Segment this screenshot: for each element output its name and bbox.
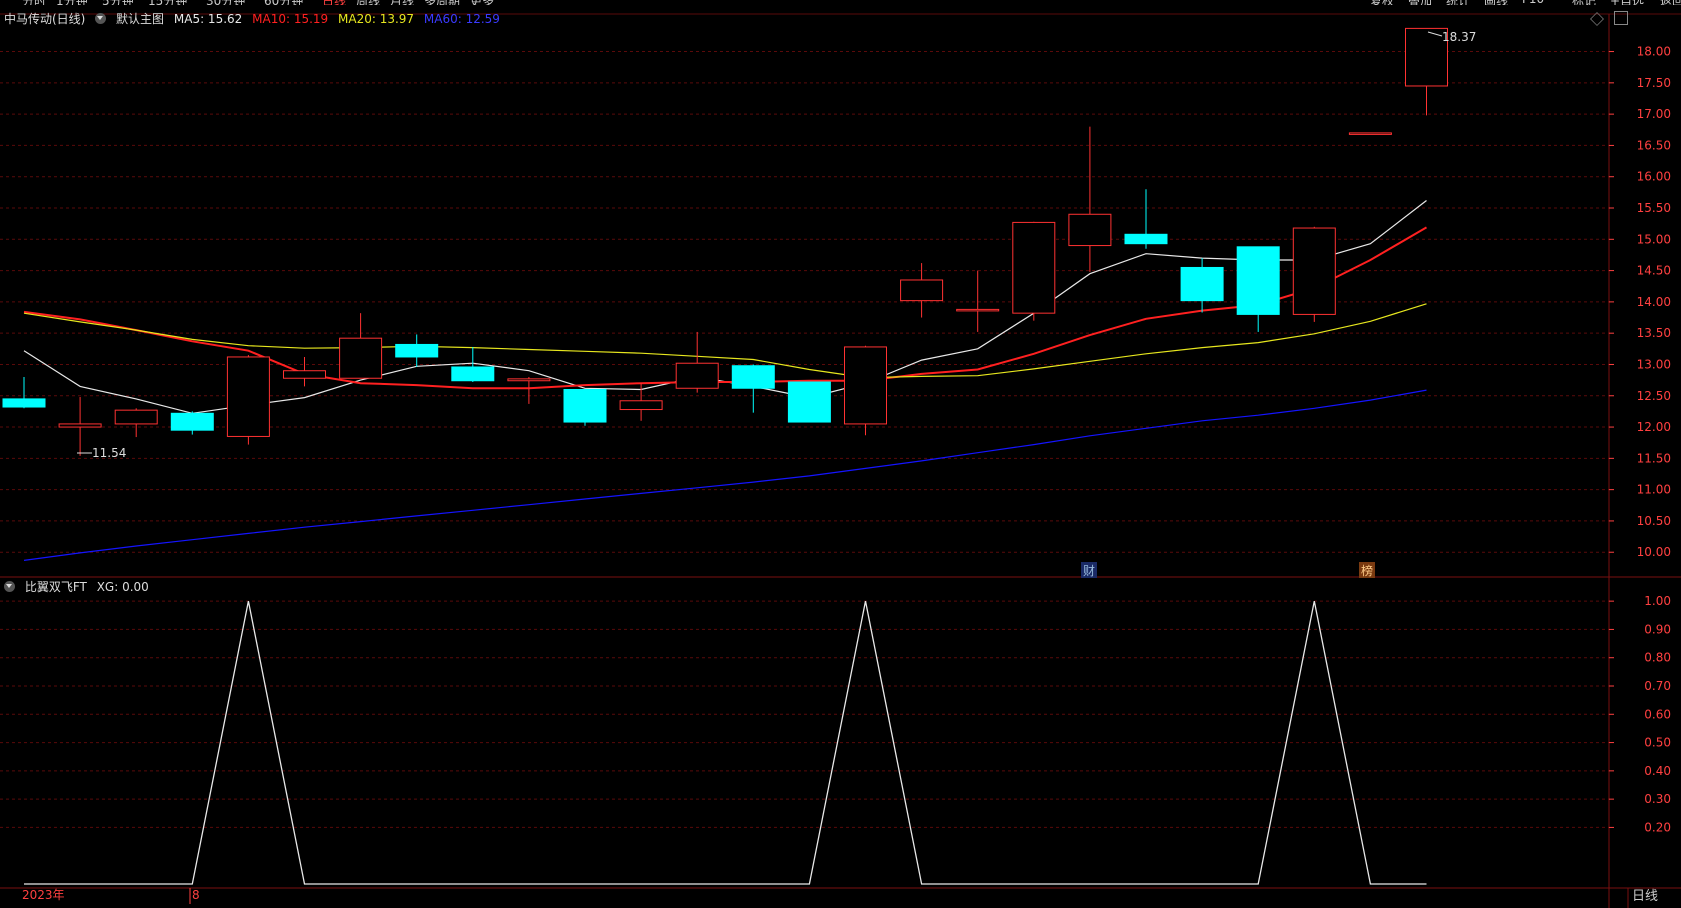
sub-tick-label: 0.80 [1644, 651, 1671, 665]
candle [507, 376, 551, 404]
candle-body [395, 343, 439, 358]
candle-body [844, 346, 887, 425]
year-label: 2023年 [22, 888, 65, 902]
candle [1124, 189, 1168, 249]
sub-indicator-name[interactable]: 比翼双飞FT [25, 580, 87, 594]
candle-body [507, 378, 551, 382]
price-tick-label: 17.00 [1637, 107, 1671, 121]
main-grid [0, 51, 1609, 553]
candle-body [226, 356, 270, 437]
candle [956, 270, 1000, 332]
sub-tick-label: 0.90 [1644, 622, 1671, 636]
candle [787, 381, 831, 423]
candle-body [451, 366, 495, 382]
price-tick-label: 11.00 [1637, 483, 1671, 497]
price-tick-label: 14.50 [1637, 264, 1671, 278]
candle [170, 411, 214, 435]
price-tick-label: 12.50 [1637, 389, 1671, 403]
candle [844, 345, 887, 436]
sub-tick-label: 0.60 [1644, 707, 1671, 721]
candle-body [787, 381, 831, 423]
layout-icon[interactable] [1614, 11, 1628, 25]
ma10-label: MA10: 15.19 [252, 12, 329, 26]
candle-body [956, 308, 1000, 312]
price-tick-label: 11.50 [1637, 451, 1671, 465]
price-tick-label: 15.50 [1637, 201, 1671, 215]
sub-tick-label: 0.20 [1644, 820, 1671, 834]
price-tick-label: 16.50 [1637, 138, 1671, 152]
candle [114, 408, 158, 438]
stock-title: 中马传动(日线) [4, 12, 86, 26]
candle-body [731, 365, 775, 389]
sub-tick-label: 1.00 [1644, 594, 1671, 608]
candle-body [675, 362, 719, 389]
candle [2, 376, 46, 409]
candle [1348, 132, 1392, 135]
candle-body [1236, 246, 1280, 315]
candle-body [339, 337, 383, 379]
candle [1236, 246, 1280, 332]
candle-body [1012, 221, 1056, 314]
candle-body [900, 279, 944, 302]
ma60-label: MA60: 12.59 [423, 12, 500, 26]
chart-frame [0, 13, 1681, 908]
ma5-label: MA5: 15.62 [173, 12, 243, 26]
price-tick-label: 10.00 [1637, 545, 1671, 559]
sub-pane-header: 比翼双飞FT XG: 0.00 [4, 578, 155, 595]
xg-label: XG: 0.00 [96, 580, 149, 594]
main-pane-header: 中马传动(日线) 默认主图 MA5: 15.62 MA10: 15.19 MA2… [4, 10, 506, 27]
candle [731, 364, 775, 413]
candle-body [1292, 227, 1336, 315]
candle-body [563, 389, 607, 423]
candle-body [619, 400, 663, 411]
candle [675, 331, 719, 393]
sub-tick-label: 0.40 [1644, 764, 1671, 778]
candle [395, 334, 439, 367]
price-tick-label: 16.00 [1637, 170, 1671, 184]
candle-body [1348, 132, 1392, 135]
price-tick-label: 13.50 [1637, 326, 1671, 340]
price-tick-label: 10.50 [1637, 514, 1671, 528]
price-tick-label: 14.00 [1637, 295, 1671, 309]
candle [283, 356, 326, 387]
candle-body [1124, 233, 1168, 245]
candle [1068, 126, 1112, 272]
kline-chart: 10.00 10.50 11.00 11.50 12.00 12.50 13.00 13.50… [0, 13, 1681, 908]
price-tick-label: 17.50 [1637, 76, 1671, 90]
candle [1292, 226, 1336, 322]
axis-labels: 10.00 10.50 11.00 11.50 12.00 12.50 13.00 13.50… [1609, 45, 1671, 834]
candle [1012, 221, 1056, 321]
sub-tick-label: 0.50 [1644, 736, 1671, 750]
candles [2, 27, 1448, 456]
candle [339, 313, 383, 379]
candle-body [283, 370, 326, 379]
candle [1180, 258, 1224, 313]
candle-body [114, 409, 158, 425]
finance-badge-label: 财 [1083, 564, 1095, 578]
ma20-label: MA20: 13.97 [338, 12, 415, 26]
candle-body [170, 412, 214, 431]
price-tick-label: 15.00 [1637, 232, 1671, 246]
high-marker-label: 18.37 [1442, 30, 1476, 44]
rank-badge-label: 榜 [1361, 563, 1373, 578]
candle [563, 389, 607, 426]
low-marker-label: 11.54 [92, 446, 126, 460]
candle-body [1068, 213, 1112, 247]
price-tick-label: 13.00 [1637, 357, 1671, 371]
chevron-down-icon[interactable] [95, 13, 107, 24]
candle [900, 263, 944, 318]
price-tick-label: 18.00 [1637, 45, 1671, 59]
month-label: 8 [192, 888, 200, 902]
candle [226, 355, 270, 445]
price-tick-label: 12.00 [1637, 420, 1671, 434]
candle-body [2, 398, 46, 408]
period-tab[interactable]: 日线 [1632, 889, 1658, 904]
sub-tick-label: 0.30 [1644, 792, 1671, 806]
candle-body [1180, 266, 1224, 302]
chevron-down-icon[interactable] [4, 581, 15, 592]
candle-body [58, 423, 102, 428]
indicator-name[interactable]: 默认主图 [116, 12, 164, 26]
sub-tick-label: 0.70 [1644, 679, 1671, 693]
